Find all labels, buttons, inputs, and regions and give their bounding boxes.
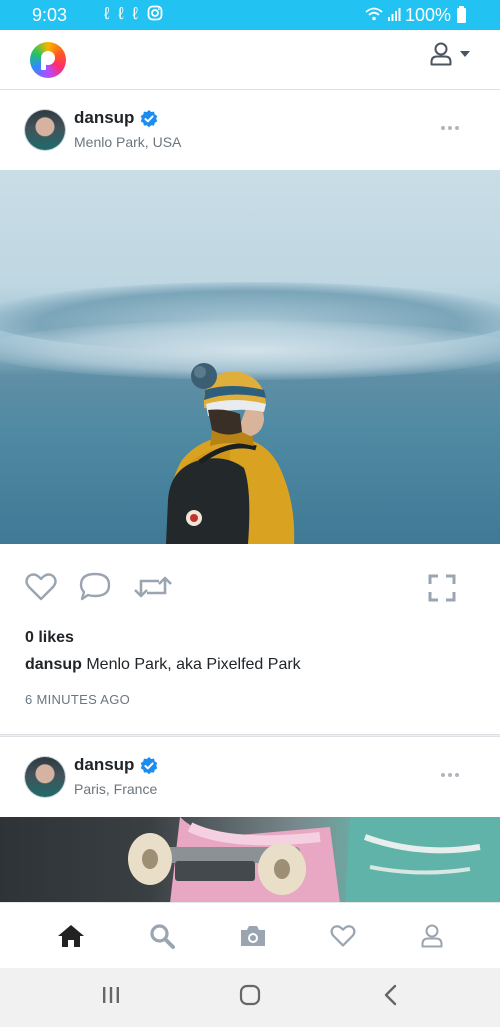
comment-icon[interactable] <box>79 572 111 602</box>
caption-text: Menlo Park, aka Pixelfed Park <box>86 656 301 673</box>
clock-swirl-icon: ℓ <box>104 4 112 23</box>
nav-profile[interactable] <box>417 921 447 951</box>
status-time: 9:03 <box>32 5 68 25</box>
home-icon[interactable] <box>239 984 261 1011</box>
user-menu-button[interactable] <box>430 42 470 66</box>
post-username[interactable]: dansup <box>74 755 134 775</box>
post-username[interactable]: dansup <box>74 108 134 128</box>
more-options-icon[interactable] <box>441 773 459 777</box>
status-bar: 9:03 ℓ ℓ ℓ 100% <box>0 0 500 30</box>
status-right: 100% <box>365 5 466 26</box>
camera-icon <box>241 926 265 946</box>
caret-down-icon <box>460 51 470 57</box>
post-header: dansup Paris, France <box>0 737 500 817</box>
pixelfed-logo[interactable] <box>30 42 66 78</box>
search-icon <box>150 924 175 949</box>
post-card: dansup Menlo Park, USA 0 likes dansup Me… <box>0 90 500 735</box>
clock-swirl-icon: ℓ <box>118 4 126 23</box>
avatar[interactable] <box>25 110 65 150</box>
post-actions: 0 likes dansup Menlo Park, aka Pixelfed … <box>0 544 500 734</box>
nav-home[interactable] <box>56 921 86 951</box>
more-options-icon[interactable] <box>441 126 459 130</box>
caption-username[interactable]: dansup <box>25 656 82 673</box>
recents-icon[interactable] <box>100 984 122 1011</box>
heart-icon <box>330 925 356 947</box>
post-location[interactable]: Paris, France <box>74 781 157 797</box>
verified-badge-icon <box>140 110 158 128</box>
battery-icon <box>457 6 466 23</box>
app-header <box>0 30 500 90</box>
post-header: dansup Menlo Park, USA <box>0 90 500 170</box>
nav-search[interactable] <box>147 921 177 951</box>
post-photo[interactable] <box>0 170 500 544</box>
user-icon <box>421 924 443 948</box>
back-icon[interactable] <box>380 984 402 1011</box>
hiker-figure <box>166 363 295 544</box>
post-location[interactable]: Menlo Park, USA <box>74 134 181 150</box>
bottom-navigation <box>0 902 500 969</box>
wifi-icon <box>365 5 383 26</box>
avatar[interactable] <box>25 757 65 797</box>
system-navigation-bar <box>0 968 500 1027</box>
battery-percent: 100% <box>404 5 451 25</box>
nav-camera[interactable] <box>238 921 268 951</box>
post-timestamp[interactable]: 6 MINUTES AGO <box>25 692 130 707</box>
post-caption: dansup Menlo Park, aka Pixelfed Park <box>25 656 301 674</box>
signal-icon <box>387 5 401 26</box>
notification-icons: ℓ ℓ ℓ <box>104 4 163 24</box>
expand-icon[interactable] <box>428 574 456 602</box>
share-icon[interactable] <box>133 573 173 601</box>
instagram-icon <box>147 4 163 23</box>
skateboard-image <box>128 817 500 903</box>
home-icon <box>58 925 84 947</box>
verified-badge-icon <box>140 757 158 775</box>
clock-swirl-icon: ℓ <box>132 4 140 23</box>
heart-icon[interactable] <box>25 573 57 601</box>
nav-likes[interactable] <box>328 921 358 951</box>
user-icon <box>430 42 452 66</box>
likes-count[interactable]: 0 likes <box>25 629 74 647</box>
